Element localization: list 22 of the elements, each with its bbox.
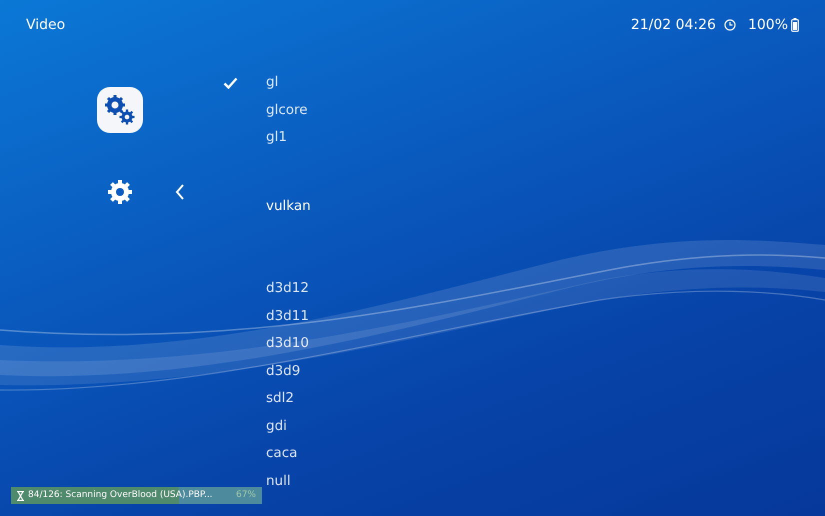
- settings-category-icon[interactable]: [97, 87, 143, 133]
- menu-item[interactable]: d3d10: [266, 330, 309, 358]
- menu-title: Video: [26, 16, 66, 35]
- clock-icon: [724, 19, 736, 31]
- menu-item[interactable]: d3d12: [266, 275, 309, 302]
- date-time: 21/02 04:26: [630, 16, 716, 35]
- settings-icon[interactable]: [107, 179, 133, 205]
- progress-percent: 67%: [236, 489, 256, 502]
- menu-item[interactable]: d3d11: [266, 302, 309, 330]
- notification-text: 84/126: Scanning OverBlood (USA).PBP...: [28, 489, 214, 502]
- menu-item[interactable]: d3d9: [266, 358, 300, 385]
- menu-item[interactable]: null: [266, 468, 291, 495]
- menu-item[interactable]: vulkan: [266, 192, 311, 220]
- menu-item[interactable]: gl1: [266, 124, 287, 152]
- battery-level: 100%: [748, 16, 788, 35]
- menu-item[interactable]: gdi: [266, 412, 287, 440]
- menu-item[interactable]: sdl2: [266, 385, 294, 412]
- hourglass-icon: [17, 490, 24, 500]
- menu-item[interactable]: gl: [266, 69, 278, 96]
- menu-item[interactable]: caca: [266, 440, 298, 468]
- battery-icon: [791, 18, 799, 32]
- menu-item[interactable]: glcore: [266, 96, 308, 124]
